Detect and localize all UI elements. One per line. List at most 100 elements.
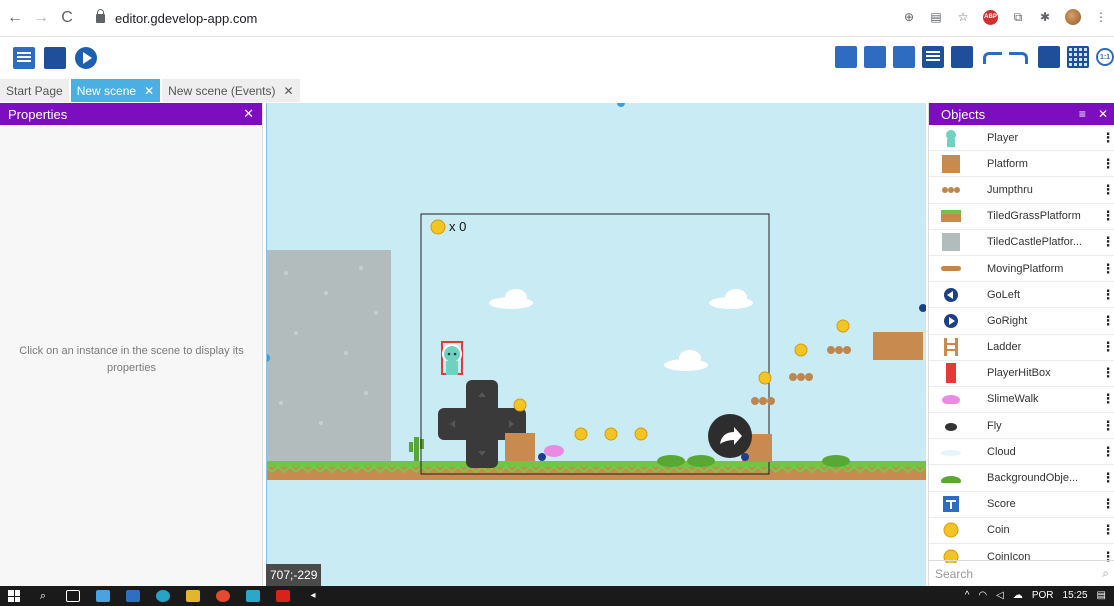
tab-start-page[interactable]: Start Page [0, 79, 69, 102]
instances-list-icon[interactable] [922, 46, 944, 68]
close-icon[interactable]: ✕ [243, 106, 254, 122]
coin-icon [941, 520, 961, 540]
search-input[interactable]: Search ⌕ [929, 560, 1114, 586]
tab-new-scene[interactable]: New scene ✕ [70, 79, 161, 102]
list-item[interactable]: TiledCastlePlatfor... ⋮ [929, 230, 1114, 256]
object-groups-icon[interactable] [864, 46, 886, 68]
more-options-icon[interactable]: ⋮ [1101, 444, 1114, 460]
objects-header: Objects ≡ ✕ [929, 103, 1114, 125]
objects-list-icon[interactable] [835, 46, 857, 68]
windows-start-icon[interactable] [8, 590, 20, 602]
gdevelop-icon[interactable]: ◂ [306, 590, 320, 602]
more-options-icon[interactable]: ⋮ [1101, 208, 1114, 224]
filter-icon[interactable]: ≡ [1079, 107, 1086, 121]
edge-icon[interactable] [156, 590, 170, 602]
more-options-icon[interactable]: ⋮ [1101, 261, 1114, 277]
more-options-icon[interactable]: ⋮ [1101, 418, 1114, 434]
grid-icon[interactable] [1067, 46, 1089, 68]
address-bar[interactable]: editor.gdevelop-app.com [96, 8, 257, 26]
fly-icon [941, 416, 961, 436]
adblock-icon[interactable]: ABP [983, 9, 998, 25]
list-item[interactable]: MovingPlatform ⋮ [929, 256, 1114, 283]
list-item[interactable]: Fly ⋮ [929, 413, 1114, 440]
properties-icon[interactable] [893, 46, 915, 68]
go-left-icon [941, 285, 961, 305]
more-options-icon[interactable]: ⋮ [1101, 470, 1114, 486]
close-icon[interactable]: ✕ [144, 84, 154, 98]
list-item[interactable]: PlayerHitBox ⋮ [929, 361, 1114, 387]
scene-icon[interactable] [44, 47, 66, 69]
more-options-icon[interactable]: ⋮ [1101, 156, 1114, 172]
translate-icon[interactable]: ▤ [929, 10, 943, 24]
cloud-icon[interactable]: ☁ [1013, 590, 1023, 601]
wifi-icon[interactable]: ◠ [978, 590, 987, 601]
castle-wall [266, 250, 391, 466]
add-icon[interactable]: ⊕ [902, 10, 916, 24]
list-item[interactable]: Ladder ⋮ [929, 335, 1114, 361]
star-icon[interactable]: ☆ [956, 10, 970, 24]
list-item[interactable]: GoRight ⋮ [929, 308, 1114, 335]
more-options-icon[interactable]: ⋮ [1101, 182, 1114, 198]
delete-icon[interactable] [1038, 46, 1060, 68]
chevron-up-icon[interactable]: ^ [965, 590, 970, 601]
notifications-icon[interactable]: ▤ [1097, 590, 1106, 601]
score-icon [941, 494, 961, 514]
go-left-marker [538, 453, 546, 461]
more-options-icon[interactable]: ⋮ [1101, 365, 1114, 381]
list-item[interactable]: SlimeWalk ⋮ [929, 387, 1114, 414]
list-item[interactable]: GoLeft ⋮ [929, 282, 1114, 309]
task-view-icon[interactable] [66, 590, 80, 602]
platform-block [873, 332, 923, 360]
preview-play-icon[interactable] [75, 47, 97, 69]
file-explorer-icon[interactable] [96, 590, 110, 602]
undo-icon[interactable] [980, 46, 1002, 68]
chrome-icon[interactable] [216, 590, 230, 602]
list-item[interactable]: Cloud ⋮ [929, 439, 1114, 466]
close-icon[interactable]: ✕ [284, 84, 294, 98]
store-icon[interactable] [126, 590, 140, 602]
clock[interactable]: 15:25 [1063, 590, 1088, 601]
tab-new-scene-events[interactable]: New scene (Events) ✕ [162, 79, 300, 102]
app-icon[interactable] [186, 590, 200, 602]
list-item[interactable]: Platform ⋮ [929, 151, 1114, 178]
scene-canvas[interactable]: x 0 [266, 103, 926, 586]
more-options-icon[interactable]: ⋮ [1101, 496, 1114, 512]
castle-platform-icon [941, 232, 961, 252]
layers-icon[interactable] [951, 46, 973, 68]
list-item[interactable]: Score ⋮ [929, 492, 1114, 518]
more-options-icon[interactable]: ⋮ [1101, 391, 1114, 407]
ladder-icon [941, 337, 961, 357]
volume-icon[interactable]: ◁ [996, 590, 1004, 601]
more-options-icon[interactable]: ⋮ [1101, 130, 1114, 146]
redo-icon[interactable] [1009, 46, 1031, 68]
search-icon: ⌕ [1102, 566, 1109, 580]
acrobat-icon[interactable] [276, 590, 290, 602]
project-manager-icon[interactable] [13, 47, 35, 69]
list-item[interactable]: Jumpthru ⋮ [929, 177, 1114, 204]
list-item[interactable]: Player ⋮ [929, 125, 1114, 152]
list-item[interactable]: BackgroundObje... ⋮ [929, 465, 1114, 492]
reload-icon[interactable]: C [56, 9, 78, 27]
profile-avatar[interactable] [1065, 9, 1081, 25]
player-sprite[interactable] [441, 341, 463, 375]
back-arrow-icon[interactable]: ← [4, 9, 26, 27]
more-options-icon[interactable]: ⋮ [1101, 313, 1114, 329]
extensions-icon[interactable]: ✱ [1038, 10, 1052, 24]
more-options-icon[interactable]: ⋮ [1101, 339, 1114, 355]
search-placeholder: Search [935, 566, 974, 581]
more-options-icon[interactable]: ⋮ [1101, 234, 1114, 250]
app-icon[interactable] [246, 590, 260, 602]
language-indicator[interactable]: POR [1032, 590, 1054, 601]
search-icon[interactable]: ⌕ [36, 590, 50, 602]
list-item[interactable]: Coin ⋮ [929, 518, 1114, 544]
panel-title: Objects [941, 106, 986, 122]
more-options-icon[interactable]: ⋮ [1101, 522, 1114, 538]
screenshot-icon[interactable]: ⧉ [1011, 10, 1025, 24]
more-options-icon[interactable]: ⋮ [1101, 287, 1114, 303]
list-item[interactable]: TiledGrassPlatform ⋮ [929, 204, 1114, 230]
zoom-icon[interactable]: 1:1 [1096, 48, 1114, 66]
menu-dots-icon[interactable]: ⋮ [1094, 10, 1108, 24]
panel-title: Properties [8, 106, 68, 122]
close-icon[interactable]: ✕ [1098, 107, 1108, 121]
forward-arrow-icon[interactable]: → [30, 9, 52, 27]
